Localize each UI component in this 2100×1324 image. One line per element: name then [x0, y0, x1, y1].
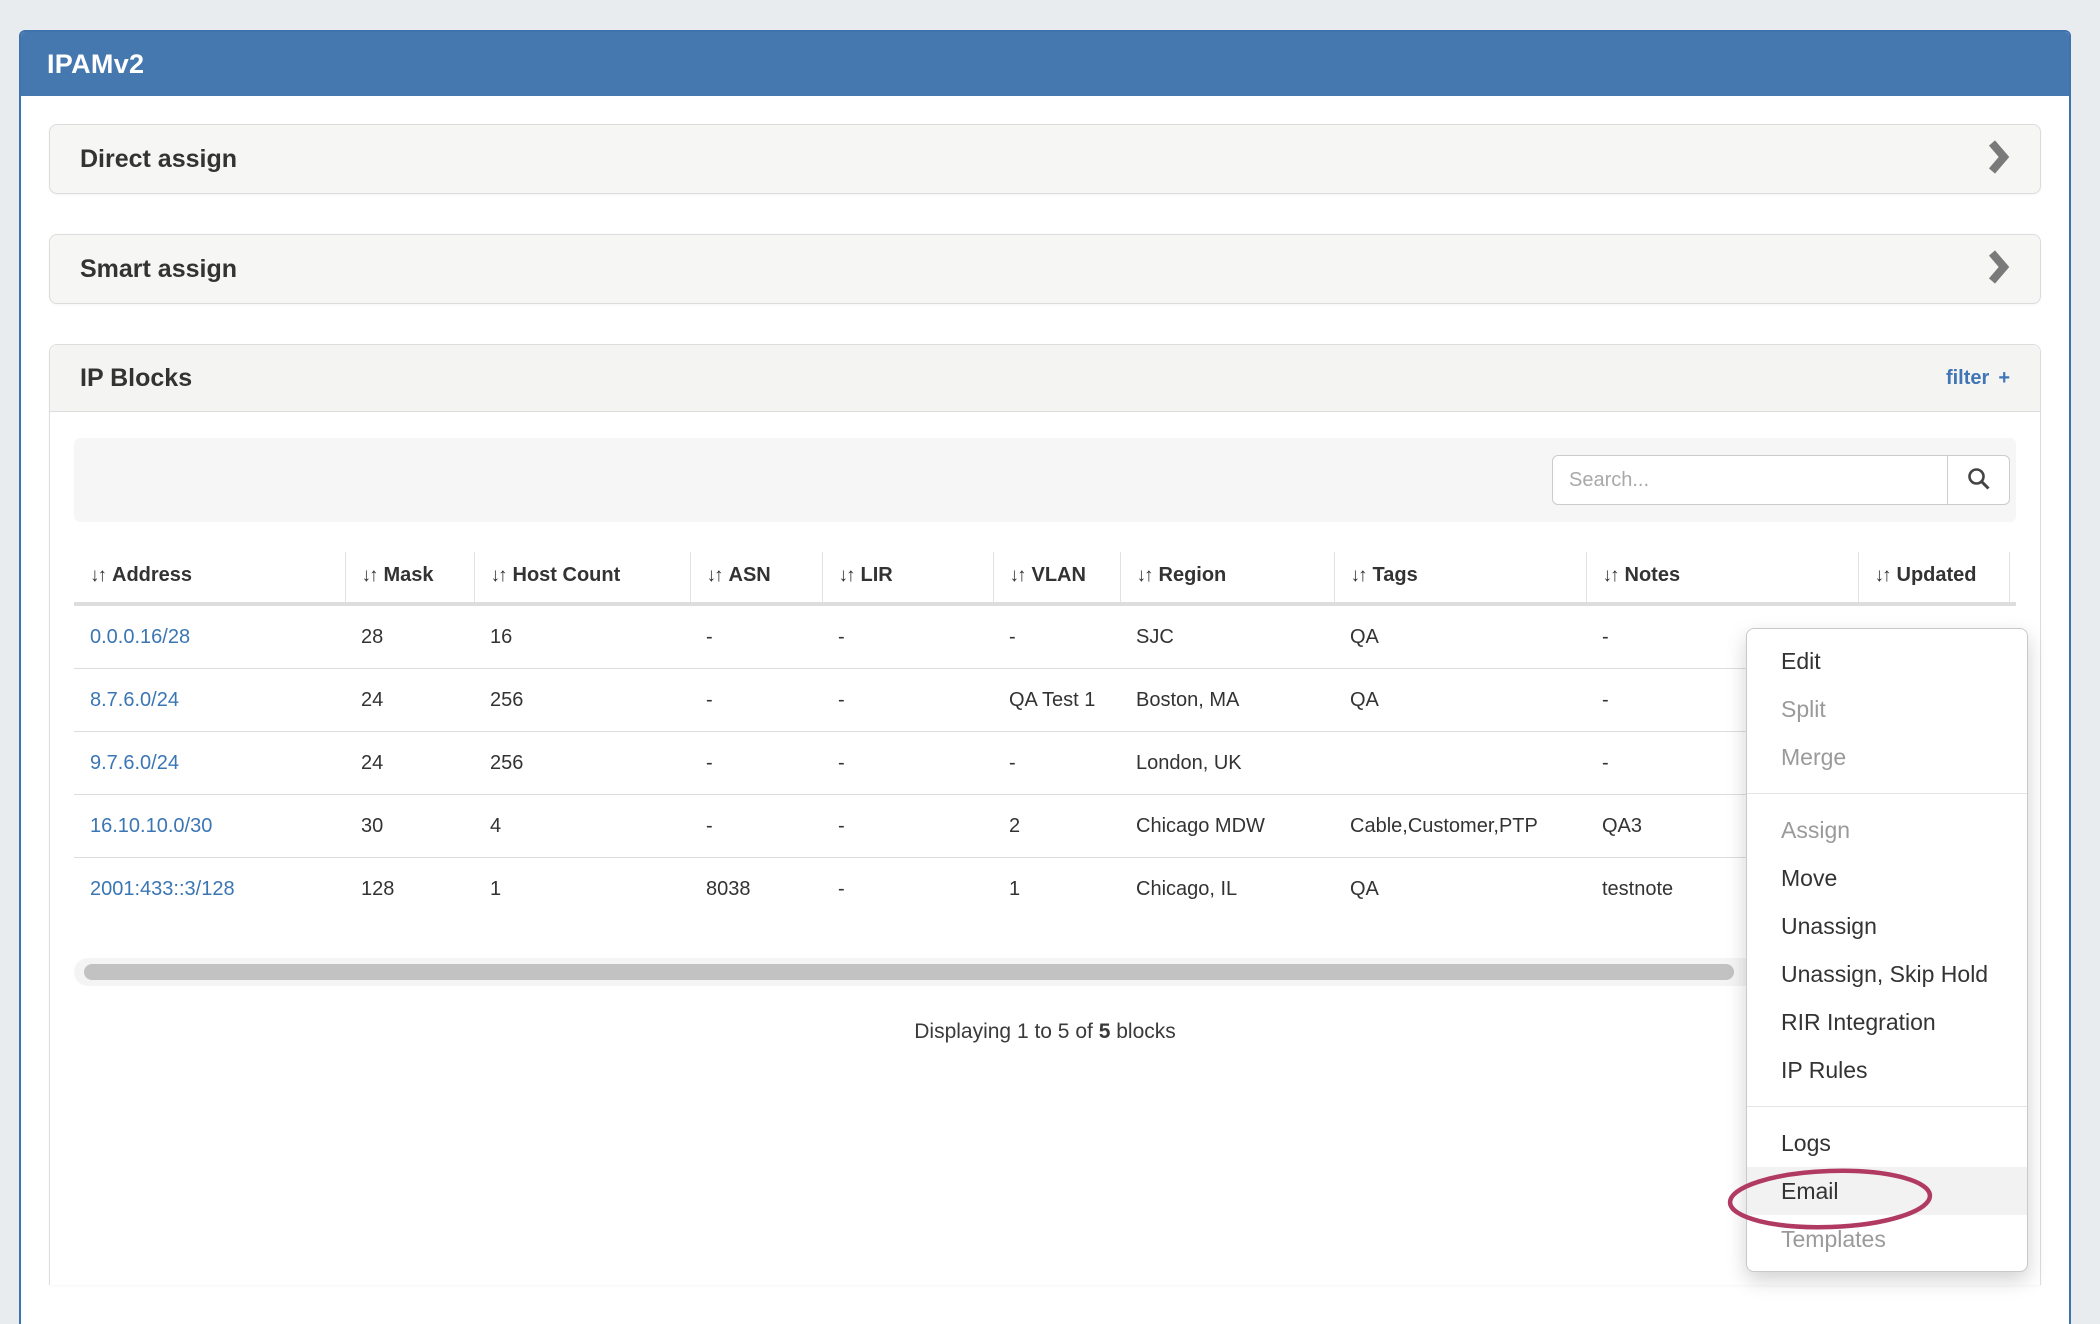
smart-assign-panel[interactable]: Smart assign [49, 234, 2041, 304]
search-group [1552, 455, 2010, 505]
total-count: 5 [1099, 1020, 1111, 1043]
sort-icon: ↓↑ [1010, 565, 1025, 586]
horizontal-scrollbar-track [74, 958, 2016, 986]
column-header-address[interactable]: ↓↑Address [74, 552, 345, 604]
search-icon [1966, 466, 1992, 495]
app-header: IPAMv2 [21, 32, 2069, 96]
column-header-notes[interactable]: ↓↑Notes [1586, 552, 1858, 604]
column-header-region[interactable]: ↓↑Region [1120, 552, 1334, 604]
search-button[interactable] [1948, 455, 2010, 505]
sort-icon: ↓↑ [1137, 565, 1152, 586]
table-summary: Displaying 1 to 5 of 5 blocks [74, 1020, 2016, 1044]
sort-icon: ↓↑ [1875, 565, 1890, 586]
table-row: 8.7.6.0/24 24 256 - - QA Test 1 Boston, … [74, 669, 2016, 732]
column-header-lir[interactable]: ↓↑LIR [822, 552, 993, 604]
menu-divider [1747, 793, 2027, 794]
table-row: 0.0.0.16/28 28 16 - - - SJC QA - 2021-12… [74, 604, 2016, 669]
filter-label: filter [1946, 367, 1989, 390]
column-header-actions [2009, 552, 2016, 604]
horizontal-scrollbar-thumb[interactable] [84, 964, 1734, 980]
menu-item-rir-integration[interactable]: RIR Integration [1747, 998, 2027, 1046]
plus-icon: + [1998, 367, 2010, 390]
sort-icon: ↓↑ [1351, 565, 1366, 586]
direct-assign-title: Direct assign [80, 145, 237, 174]
menu-item-templates: Templates [1747, 1215, 2027, 1263]
ip-blocks-heading: IP Blocks filter + [50, 345, 2040, 412]
menu-item-move[interactable]: Move [1747, 854, 2027, 902]
column-header-asn[interactable]: ↓↑ASN [690, 552, 822, 604]
sort-icon: ↓↑ [491, 565, 506, 586]
smart-assign-title: Smart assign [80, 255, 237, 284]
ip-blocks-body: ↓↑Address ↓↑Mask ↓↑Host Count ↓↑ASN ↓↑LI… [50, 412, 2040, 1044]
column-header-vlan[interactable]: ↓↑VLAN [993, 552, 1120, 604]
column-header-tags[interactable]: ↓↑Tags [1334, 552, 1586, 604]
menu-divider [1747, 1106, 2027, 1107]
column-header-mask[interactable]: ↓↑Mask [345, 552, 474, 604]
direct-assign-panel[interactable]: Direct assign [49, 124, 2041, 194]
sort-icon: ↓↑ [839, 565, 854, 586]
chevron-right-icon [1988, 249, 2010, 290]
menu-item-unassign-skip-hold[interactable]: Unassign, Skip Hold [1747, 950, 2027, 998]
sort-icon: ↓↑ [362, 565, 377, 586]
table-row: 16.10.10.0/30 30 4 - - 2 Chicago MDW Cab… [74, 795, 2016, 858]
ip-blocks-panel: IP Blocks filter + [49, 344, 2041, 1285]
column-header-updated[interactable]: ↓↑Updated [1858, 552, 2009, 604]
block-link[interactable]: 16.10.10.0/30 [90, 815, 212, 837]
menu-item-merge: Merge [1747, 733, 2027, 781]
sort-icon: ↓↑ [707, 565, 722, 586]
table-row: 9.7.6.0/24 24 256 - - - London, UK - [74, 732, 2016, 795]
block-link[interactable]: 9.7.6.0/24 [90, 752, 179, 774]
app-title: IPAMv2 [47, 49, 144, 80]
block-link[interactable]: 2001:433::3/128 [90, 878, 235, 900]
ip-blocks-title: IP Blocks [80, 364, 192, 393]
menu-item-email[interactable]: Email [1747, 1167, 2027, 1215]
filter-toggle-link[interactable]: filter + [1946, 367, 2010, 390]
block-link[interactable]: 0.0.0.16/28 [90, 626, 190, 648]
table-scroll-viewport: ↓↑Address ↓↑Mask ↓↑Host Count ↓↑ASN ↓↑LI… [74, 552, 2016, 920]
search-input[interactable] [1552, 455, 1948, 505]
table-toolbar [74, 438, 2016, 522]
block-link[interactable]: 8.7.6.0/24 [90, 689, 179, 711]
ip-blocks-table: ↓↑Address ↓↑Mask ↓↑Host Count ↓↑ASN ↓↑LI… [74, 552, 2016, 920]
sort-icon: ↓↑ [90, 565, 105, 586]
menu-item-ip-rules[interactable]: IP Rules [1747, 1046, 2027, 1094]
menu-item-edit[interactable]: Edit [1747, 637, 2027, 685]
sort-icon: ↓↑ [1603, 565, 1618, 586]
table-row: 2001:433::3/128 128 1 8038 - 1 Chicago, … [74, 858, 2016, 921]
table-header-row: ↓↑Address ↓↑Mask ↓↑Host Count ↓↑ASN ↓↑LI… [74, 552, 2016, 604]
menu-item-logs[interactable]: Logs [1747, 1119, 2027, 1167]
menu-item-unassign[interactable]: Unassign [1747, 902, 2027, 950]
column-header-host-count[interactable]: ↓↑Host Count [474, 552, 690, 604]
row-actions-context-menu: Edit Split Merge Assign Move Unassign Un… [1746, 628, 2028, 1272]
menu-item-split: Split [1747, 685, 2027, 733]
chevron-right-icon [1988, 139, 2010, 180]
menu-item-assign: Assign [1747, 806, 2027, 854]
